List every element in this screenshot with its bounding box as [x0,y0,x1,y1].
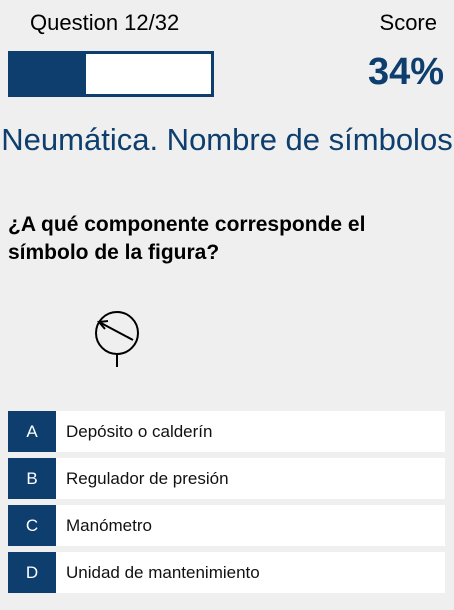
answer-option-b[interactable]: B Regulador de presión [8,458,445,499]
option-label: Unidad de mantenimiento [66,563,260,582]
gauge-symbol-drawing [95,311,139,367]
progress-bar [8,51,214,97]
score-label: Score [379,10,437,35]
option-letter-badge: C [8,505,56,546]
question-counter: Question 12/32 [30,10,180,35]
option-label: Manómetro [66,516,152,535]
question-text: ¿A qué componente corresponde el símbolo… [8,213,366,264]
option-letter-badge: D [8,552,56,593]
pressure-gauge-symbol-icon [93,310,145,370]
quiz-title: Neumática. Nombre de símbolos [1,122,453,157]
option-label: Depósito o calderín [66,422,213,441]
answer-option-c[interactable]: C Manómetro [8,505,445,546]
option-label: Regulador de presión [66,469,229,488]
option-letter-badge: A [8,411,56,452]
option-letter-badge: B [8,458,56,499]
answer-option-a[interactable]: A Depósito o calderín [8,411,445,452]
answer-option-d[interactable]: D Unidad de mantenimiento [8,552,445,593]
progress-bar-fill [11,54,86,94]
score-value: 34% [367,51,444,93]
